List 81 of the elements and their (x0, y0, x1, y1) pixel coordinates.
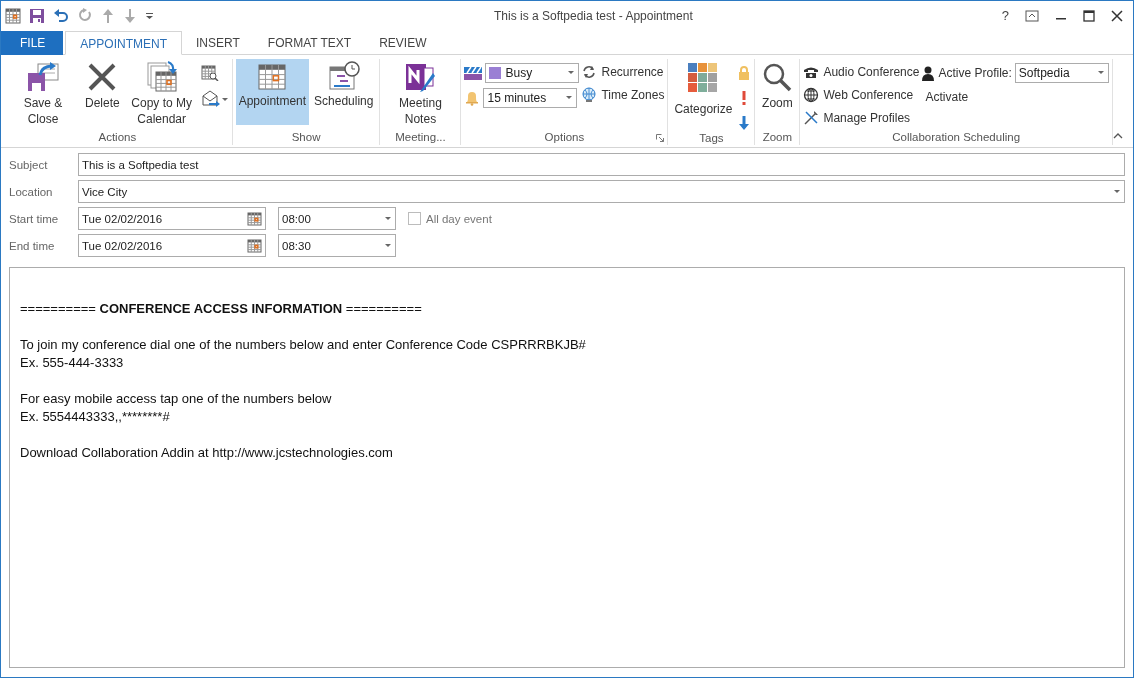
location-field[interactable]: Vice City (78, 180, 1125, 203)
date-field[interactable]: Tue 02/02/2016 (78, 207, 266, 230)
ribbon-button[interactable]: Zoom (758, 59, 797, 125)
date-field[interactable]: Tue 02/02/2016 (78, 234, 266, 257)
ribbon-tab[interactable]: REVIEW (365, 31, 441, 55)
body-text: Ex. 5554443333,,********# (20, 408, 171, 426)
scheduling-icon (327, 61, 360, 91)
ribbon-button[interactable]: Delete (82, 59, 123, 125)
file-tab[interactable]: FILE (1, 31, 64, 55)
body-text: For easy mobile access tap one of the numbers below (20, 390, 333, 408)
ribbon-button[interactable]: Manage Profiles (803, 109, 920, 127)
notebook-icon (404, 61, 437, 93)
ribbon-tab[interactable]: APPOINTMENT (65, 31, 182, 55)
dropdown[interactable]: Softpedia (1014, 63, 1109, 83)
subject-field[interactable]: This is a Softpedia test (78, 153, 1125, 176)
save-close-icon (26, 61, 60, 93)
field-label: End time (9, 239, 56, 252)
ribbon-button[interactable]: Save & Close (6, 59, 80, 125)
body-text: Download Collaboration Addin at http://www.jcstechnologies.com (20, 444, 394, 462)
group-label: Zoom (762, 130, 793, 145)
field-label: Subject (9, 158, 49, 171)
field-label: Start time (9, 212, 60, 225)
body-text: ========== CONFERENCE ACCESS INFORMATION ========== (20, 300, 423, 318)
field-label: Location (9, 185, 54, 198)
search-icon (761, 61, 794, 93)
person-icon (921, 65, 936, 81)
ribbon-button[interactable]: Web Conference (803, 86, 920, 104)
globe-icon (803, 87, 820, 103)
ribbon-button[interactable]: Copy to My Calendar (124, 59, 199, 125)
body-text: Ex. 555-444-3333 (20, 354, 125, 372)
calendar-search-icon[interactable] (200, 65, 219, 81)
ribbon-button[interactable]: Appointment (235, 59, 310, 125)
ribbon-button[interactable]: Categorize (671, 59, 736, 125)
maximize-icon[interactable] (1083, 9, 1095, 22)
caret-icon (566, 96, 574, 100)
help-button[interactable]: ? (1001, 8, 1009, 23)
checkbox[interactable] (408, 212, 421, 225)
group-label: Meeting... (395, 130, 446, 145)
ribbon-button[interactable]: Recurrence (581, 63, 665, 81)
tools-icon (803, 110, 820, 126)
ribbon-button[interactable]: Scheduling (311, 59, 377, 125)
calendar-icon (247, 211, 262, 226)
close-icon[interactable] (1111, 9, 1123, 22)
status-stripes-icon (464, 65, 483, 81)
group-label: Tags (699, 131, 724, 146)
dropdown[interactable]: 15 minutes (483, 88, 578, 108)
recurrence-icon[interactable] (581, 64, 598, 80)
ribbon-button[interactable]: Meeting Notes (383, 59, 458, 125)
dropdown[interactable]: Busy (485, 63, 580, 83)
caret-icon (385, 216, 392, 221)
profile-label: Active Profile: (938, 65, 1012, 82)
bell-icon (464, 90, 481, 106)
calendar-icon (247, 238, 262, 253)
copy-calendar-icon (145, 61, 178, 93)
ribbon-button[interactable]: Audio Conference (803, 63, 920, 81)
group-label: Show (291, 130, 321, 145)
group-label: Actions (98, 130, 137, 145)
body-text: To join my conference dial one of the numbers below and enter Conference Code CSPRRRBKJB# (20, 336, 587, 354)
caret-icon (1114, 189, 1121, 194)
ribbon-display-icon[interactable] (1025, 9, 1039, 22)
down-arrow-icon[interactable] (737, 115, 752, 131)
ribbon-button[interactable]: Time Zones (581, 86, 665, 104)
ribbon-button[interactable]: Activate (921, 88, 1109, 106)
caret-icon (1097, 71, 1105, 75)
calendar-icon (257, 61, 288, 91)
window-title: This is a Softpedia test - Appointment (493, 8, 694, 23)
time-field[interactable]: 08:30 (278, 234, 396, 257)
calendar-app-icon (5, 7, 21, 24)
undo-icon[interactable] (53, 7, 69, 24)
dialog-launcher-icon[interactable] (656, 134, 665, 142)
group-label: Collaboration Scheduling (892, 130, 1021, 145)
time-field[interactable]: 08:00 (278, 207, 396, 230)
ribbon-tab[interactable]: INSERT (182, 31, 254, 55)
caret-icon (568, 71, 576, 75)
caret-icon (385, 243, 392, 248)
checkbox-label: All day event (426, 212, 492, 225)
ribbon-tab[interactable]: FORMAT TEXT (253, 31, 366, 55)
envelope-arrow-icon[interactable] (200, 90, 229, 108)
globe-clock-icon[interactable] (581, 87, 598, 103)
group-label: Options (544, 130, 585, 145)
save-icon[interactable] (29, 7, 45, 24)
